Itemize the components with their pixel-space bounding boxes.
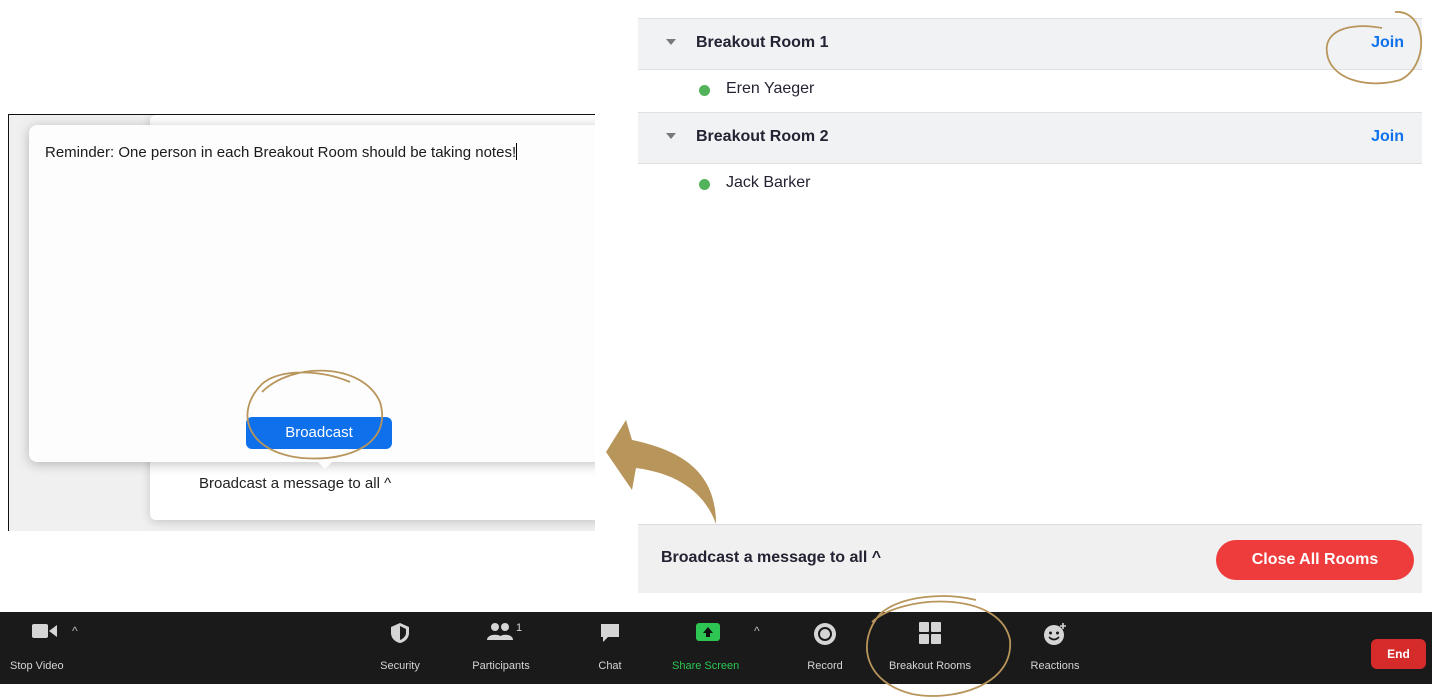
end-meeting-button[interactable]: End: [1371, 639, 1426, 669]
reactions-button[interactable]: Reactions: [1015, 612, 1095, 684]
participants-label: Participants: [472, 660, 530, 672]
room-name: Breakout Room 1: [696, 34, 829, 51]
broadcast-button[interactable]: Broadcast: [246, 417, 392, 449]
participant-row: Eren Yaeger: [638, 66, 1422, 114]
participants-count: 1: [516, 622, 523, 634]
stop-video-button[interactable]: ^ Stop Video: [0, 612, 100, 684]
participants-button[interactable]: 1 Participants: [456, 612, 546, 684]
broadcast-message-popup: Reminder: One person in each Breakout Ro…: [29, 125, 595, 469]
chat-bubble-icon: [601, 624, 619, 642]
close-all-rooms-button[interactable]: Close All Rooms: [1216, 540, 1414, 580]
participant-name: Eren Yaeger: [726, 80, 815, 97]
breakout-rooms-button[interactable]: Breakout Rooms: [875, 612, 985, 684]
join-room-button[interactable]: Join: [1371, 128, 1404, 146]
participant-row: Jack Barker: [638, 160, 1422, 208]
share-screen-label: Share Screen: [672, 660, 740, 672]
room-name: Breakout Room 2: [696, 128, 829, 145]
broadcast-message-toggle[interactable]: Broadcast a message to all ^: [661, 549, 881, 567]
participants-icon: [487, 623, 513, 640]
stop-video-label: Stop Video: [10, 660, 64, 672]
chevron-up-icon: ^: [871, 549, 882, 566]
chevron-up-icon[interactable]: ^: [72, 624, 78, 638]
meeting-toolbar: ^ Stop Video Security 1 Participants Cha…: [0, 612, 1432, 684]
broadcast-message-input[interactable]: Reminder: One person in each Breakout Ro…: [45, 143, 585, 163]
video-camera-icon: [32, 624, 57, 638]
collapse-triangle-icon[interactable]: [666, 133, 676, 139]
chevron-up-icon[interactable]: ^: [754, 624, 760, 638]
rooms-footer: Broadcast a message to all ^ Close All R…: [638, 524, 1422, 593]
broadcast-message-text: Reminder: One person in each Breakout Ro…: [45, 144, 517, 161]
reactions-label: Reactions: [1030, 660, 1080, 672]
share-screen-button[interactable]: ^ Share Screen: [666, 612, 766, 684]
share-screen-icon: [696, 623, 720, 641]
room-header-1[interactable]: Breakout Room 1 Join: [638, 18, 1422, 70]
broadcast-message-label: Broadcast a message to all: [199, 475, 380, 492]
status-dot-icon: [699, 179, 710, 190]
record-label: Record: [807, 660, 843, 672]
join-room-button[interactable]: Join: [1371, 34, 1404, 52]
reactions-icon: [1044, 623, 1066, 645]
broadcast-composer-panel: Broadcast a message to all ^ Reminder: O…: [8, 114, 595, 531]
record-icon: [814, 623, 836, 645]
chevron-up-icon: ^: [384, 475, 392, 492]
participant-name: Jack Barker: [726, 174, 811, 191]
collapse-triangle-icon[interactable]: [666, 39, 676, 45]
popup-tail: [317, 461, 333, 469]
broadcast-message-toggle[interactable]: Broadcast a message to all ^: [199, 475, 391, 492]
breakout-rooms-icon: [919, 622, 941, 644]
text-cursor: [516, 143, 518, 160]
status-dot-icon: [699, 85, 710, 96]
chat-label: Chat: [598, 660, 622, 672]
chat-button[interactable]: Chat: [585, 612, 635, 684]
room-header-2[interactable]: Breakout Room 2 Join: [638, 112, 1422, 164]
security-label: Security: [380, 660, 420, 672]
record-button[interactable]: Record: [795, 612, 855, 684]
security-button[interactable]: Security: [375, 612, 425, 684]
breakout-rooms-label: Breakout Rooms: [889, 660, 971, 672]
breakout-rooms-panel: Breakout Room 1 Join Eren Yaeger Breakou…: [638, 0, 1432, 593]
broadcast-message-label: Broadcast a message to all: [661, 549, 868, 566]
shield-icon: [391, 623, 409, 643]
